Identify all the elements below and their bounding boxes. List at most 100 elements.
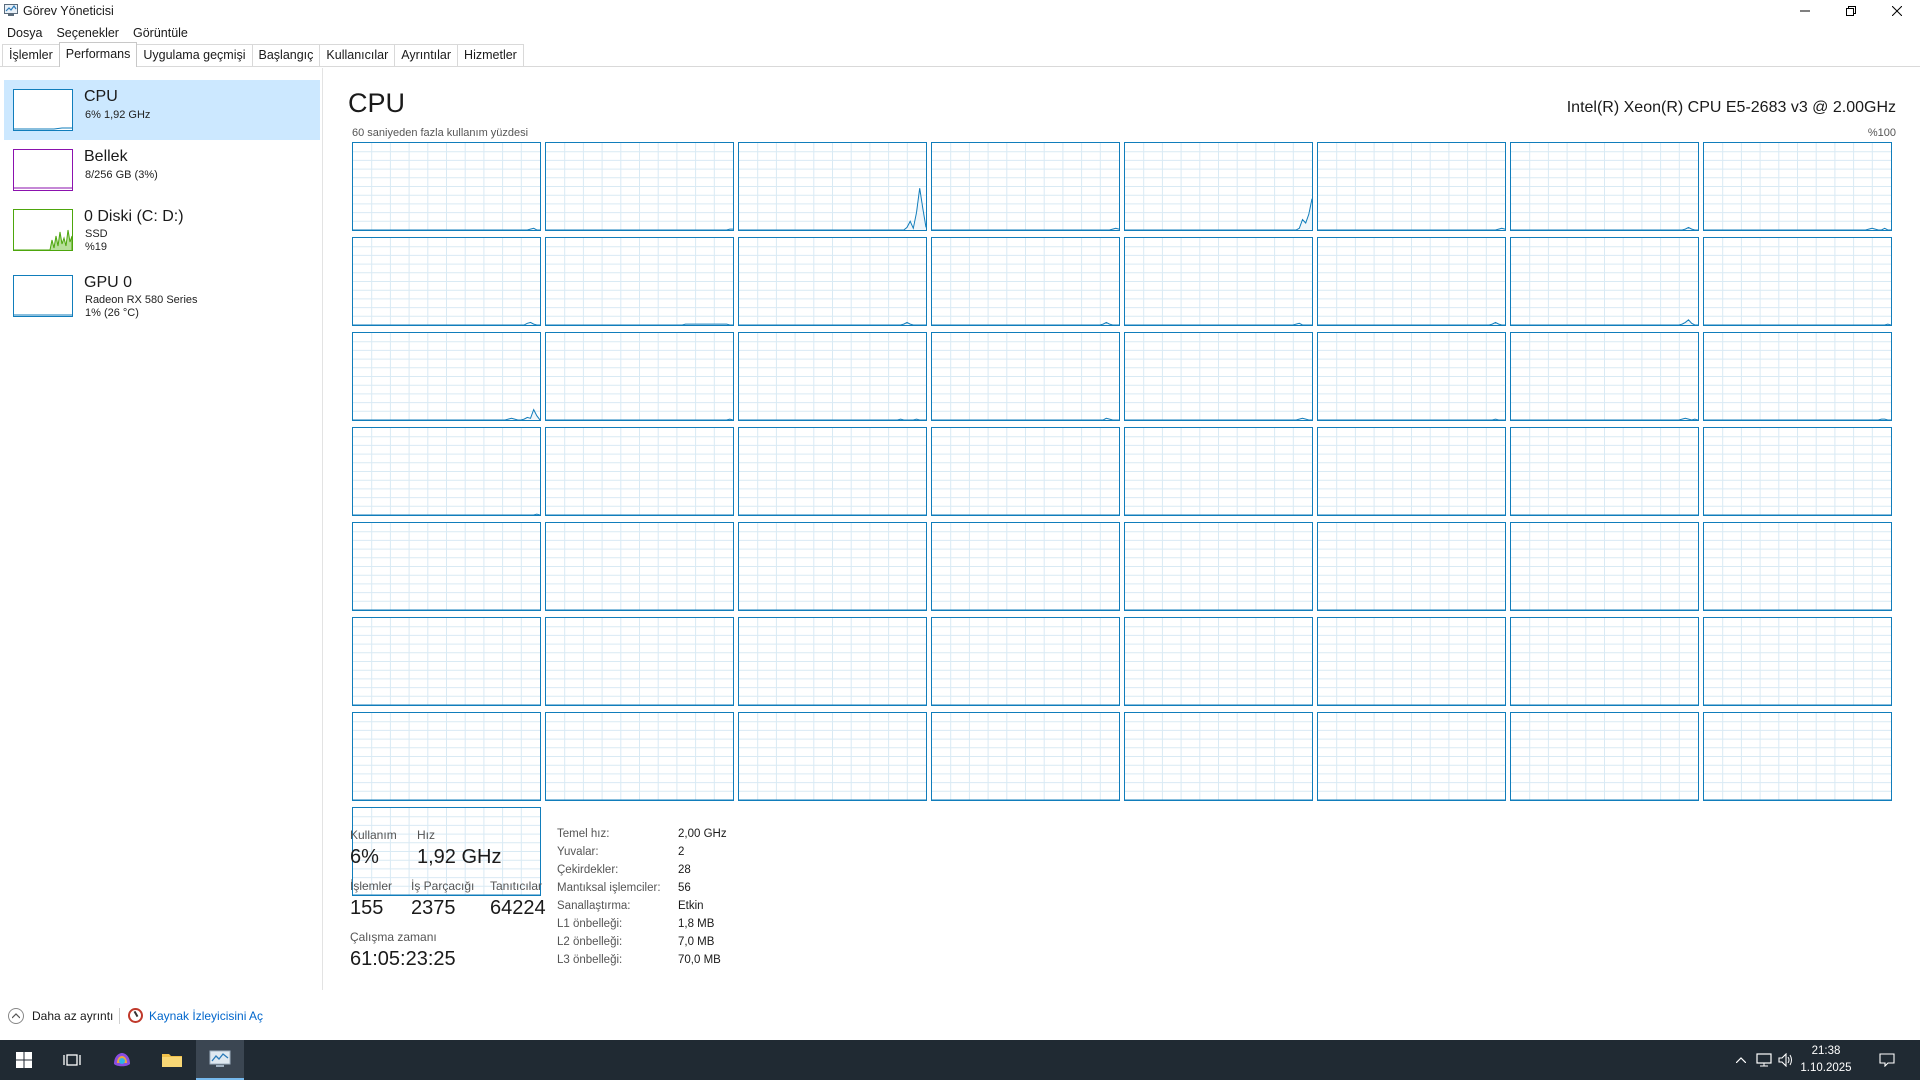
l1-cache-label: L1 önbelleği: <box>557 918 623 930</box>
cores-label: Çekirdekler: <box>557 864 619 876</box>
tab-details[interactable]: Ayrıntılar <box>394 44 459 66</box>
threads-value: 2375 <box>411 897 456 919</box>
tab-users[interactable]: Kullanıcılar <box>319 44 396 66</box>
logical-processor-graph <box>738 522 927 611</box>
l2-cache-label: L2 önbelleği: <box>557 936 623 948</box>
cpu-usage-line <box>353 143 540 230</box>
page-title: CPU <box>348 88 406 118</box>
tab-services[interactable]: Hizmetler <box>457 44 524 66</box>
close-icon <box>1892 6 1902 16</box>
logical-processor-graph <box>738 332 927 421</box>
logical-processor-graph <box>1317 332 1506 421</box>
cpu-usage-line <box>1511 238 1698 325</box>
logical-processor-graph <box>1124 427 1313 516</box>
logical-processor-graph <box>738 617 927 706</box>
logical-processor-graph <box>352 142 541 231</box>
handles-value: 64224 <box>490 897 546 919</box>
sidebar-item-detail: 6% 1,92 GHz <box>85 109 151 121</box>
task-manager-taskbar-button[interactable] <box>196 1040 244 1080</box>
minimize-button[interactable] <box>1782 0 1828 22</box>
graph-caption: 60 saniyeden fazla kullanım yüzdesi <box>352 127 529 139</box>
folder-icon <box>162 1054 182 1067</box>
logical-processor-graph <box>1510 237 1699 326</box>
cpu-usage-line <box>1318 618 1505 705</box>
open-resource-monitor-link[interactable]: Kaynak İzleyicisini Aç <box>128 1008 263 1023</box>
menu-file[interactable]: Dosya <box>0 24 49 42</box>
menu-bar: Dosya Seçenekler Görüntüle <box>0 24 195 42</box>
logical-processor-graph <box>1317 522 1506 611</box>
cpu-usage-line <box>1318 428 1505 515</box>
cpu-usage-line <box>546 618 733 705</box>
network-button[interactable] <box>1754 1040 1774 1080</box>
logical-processor-graph <box>352 617 541 706</box>
sockets-value: 2 <box>678 846 685 858</box>
cpu-usage-line <box>1125 523 1312 610</box>
menu-options[interactable]: Seçenekler <box>49 24 126 42</box>
cpu-thumbnail <box>13 89 73 131</box>
cpu-usage-line <box>1511 618 1698 705</box>
cpu-usage-line <box>932 143 1119 230</box>
virtualization-label: Sanallaştırma: <box>557 900 631 912</box>
sidebar-item-disk[interactable]: 0 Diski (C: D:) SSD %19 <box>4 200 320 260</box>
cpu-mini-graph <box>14 127 72 130</box>
tab-performance[interactable]: Performans <box>58 42 138 67</box>
gpu-mini-graph <box>14 314 72 316</box>
sidebar-item-gpu[interactable]: GPU 0 Radeon RX 580 Series 1% (26 °C) <box>4 266 320 326</box>
cpu-usage-line <box>1318 713 1505 800</box>
logical-processor-graph <box>931 332 1120 421</box>
cpu-usage-line <box>739 428 926 515</box>
usage-label: Kullanım <box>350 828 397 842</box>
cpu-usage-line <box>1125 713 1312 800</box>
tab-bar: İşlemler Performans Uygulama geçmişi Baş… <box>0 42 1920 67</box>
show-hidden-icons-button[interactable] <box>1732 1040 1750 1080</box>
task-view-button[interactable] <box>48 1040 96 1080</box>
restore-button[interactable] <box>1828 0 1874 22</box>
notifications-button[interactable] <box>1872 1040 1902 1080</box>
footer: Daha az ayrıntı Kaynak İzleyicisini Aç <box>0 1000 1920 1030</box>
logical-processor-graph <box>1510 617 1699 706</box>
file-explorer-button[interactable] <box>148 1040 196 1080</box>
speed-value: 1,92 GHz <box>417 846 502 868</box>
chevron-up-icon <box>8 1008 24 1024</box>
notification-icon <box>1879 1053 1895 1067</box>
cpu-usage-line <box>353 618 540 705</box>
logical-processor-graph <box>545 617 734 706</box>
l3-cache-value: 70,0 MB <box>678 954 721 966</box>
tab-startup[interactable]: Başlangıç <box>251 44 321 66</box>
fewer-details-button[interactable]: Daha az ayrıntı <box>8 1008 113 1024</box>
logical-processor-graph <box>1317 237 1506 326</box>
logical-processor-graph <box>1703 712 1892 801</box>
logical-processor-graph <box>1703 617 1892 706</box>
logical-processor-graph <box>1124 522 1313 611</box>
logical-processor-graph <box>545 332 734 421</box>
sidebar-item-cpu[interactable]: CPU 6% 1,92 GHz <box>4 80 320 140</box>
speaker-icon <box>1778 1053 1792 1067</box>
cpu-usage-line <box>1511 523 1698 610</box>
disk-thumbnail <box>13 209 73 251</box>
volume-button[interactable] <box>1776 1040 1796 1080</box>
tab-processes[interactable]: İşlemler <box>2 44 60 66</box>
close-button[interactable] <box>1874 0 1920 22</box>
processes-label: İşlemler <box>350 879 393 893</box>
speed-label: Hız <box>417 828 435 842</box>
sockets-label: Yuvalar: <box>557 846 599 858</box>
copilot-button[interactable] <box>98 1040 146 1080</box>
cpu-usage-line <box>932 333 1119 420</box>
logical-processor-graph <box>1703 142 1892 231</box>
menu-view[interactable]: Görüntüle <box>126 24 195 42</box>
tab-app-history[interactable]: Uygulama geçmişi <box>136 44 253 66</box>
l2-cache-value: 7,0 MB <box>678 936 715 948</box>
uptime-value: 61:05:23:25 <box>350 948 456 970</box>
title-bar: Görev Yöneticisi <box>0 0 1920 22</box>
logical-processor-graph <box>1124 332 1313 421</box>
sidebar-item-memory[interactable]: Bellek 8/256 GB (3%) <box>4 140 320 200</box>
cpu-usage-line <box>1125 618 1312 705</box>
memory-thumbnail <box>13 149 73 191</box>
start-button[interactable] <box>0 1040 48 1080</box>
sidebar-item-label: GPU 0 <box>84 274 133 291</box>
taskbar-clock[interactable]: 21:38 1.10.2025 <box>1796 1043 1856 1077</box>
disk-mini-graph <box>14 229 72 250</box>
cpu-usage-line <box>1704 428 1891 515</box>
sidebar-item-detail: 8/256 GB (3%) <box>85 169 158 181</box>
cpu-usage-line <box>739 618 926 705</box>
